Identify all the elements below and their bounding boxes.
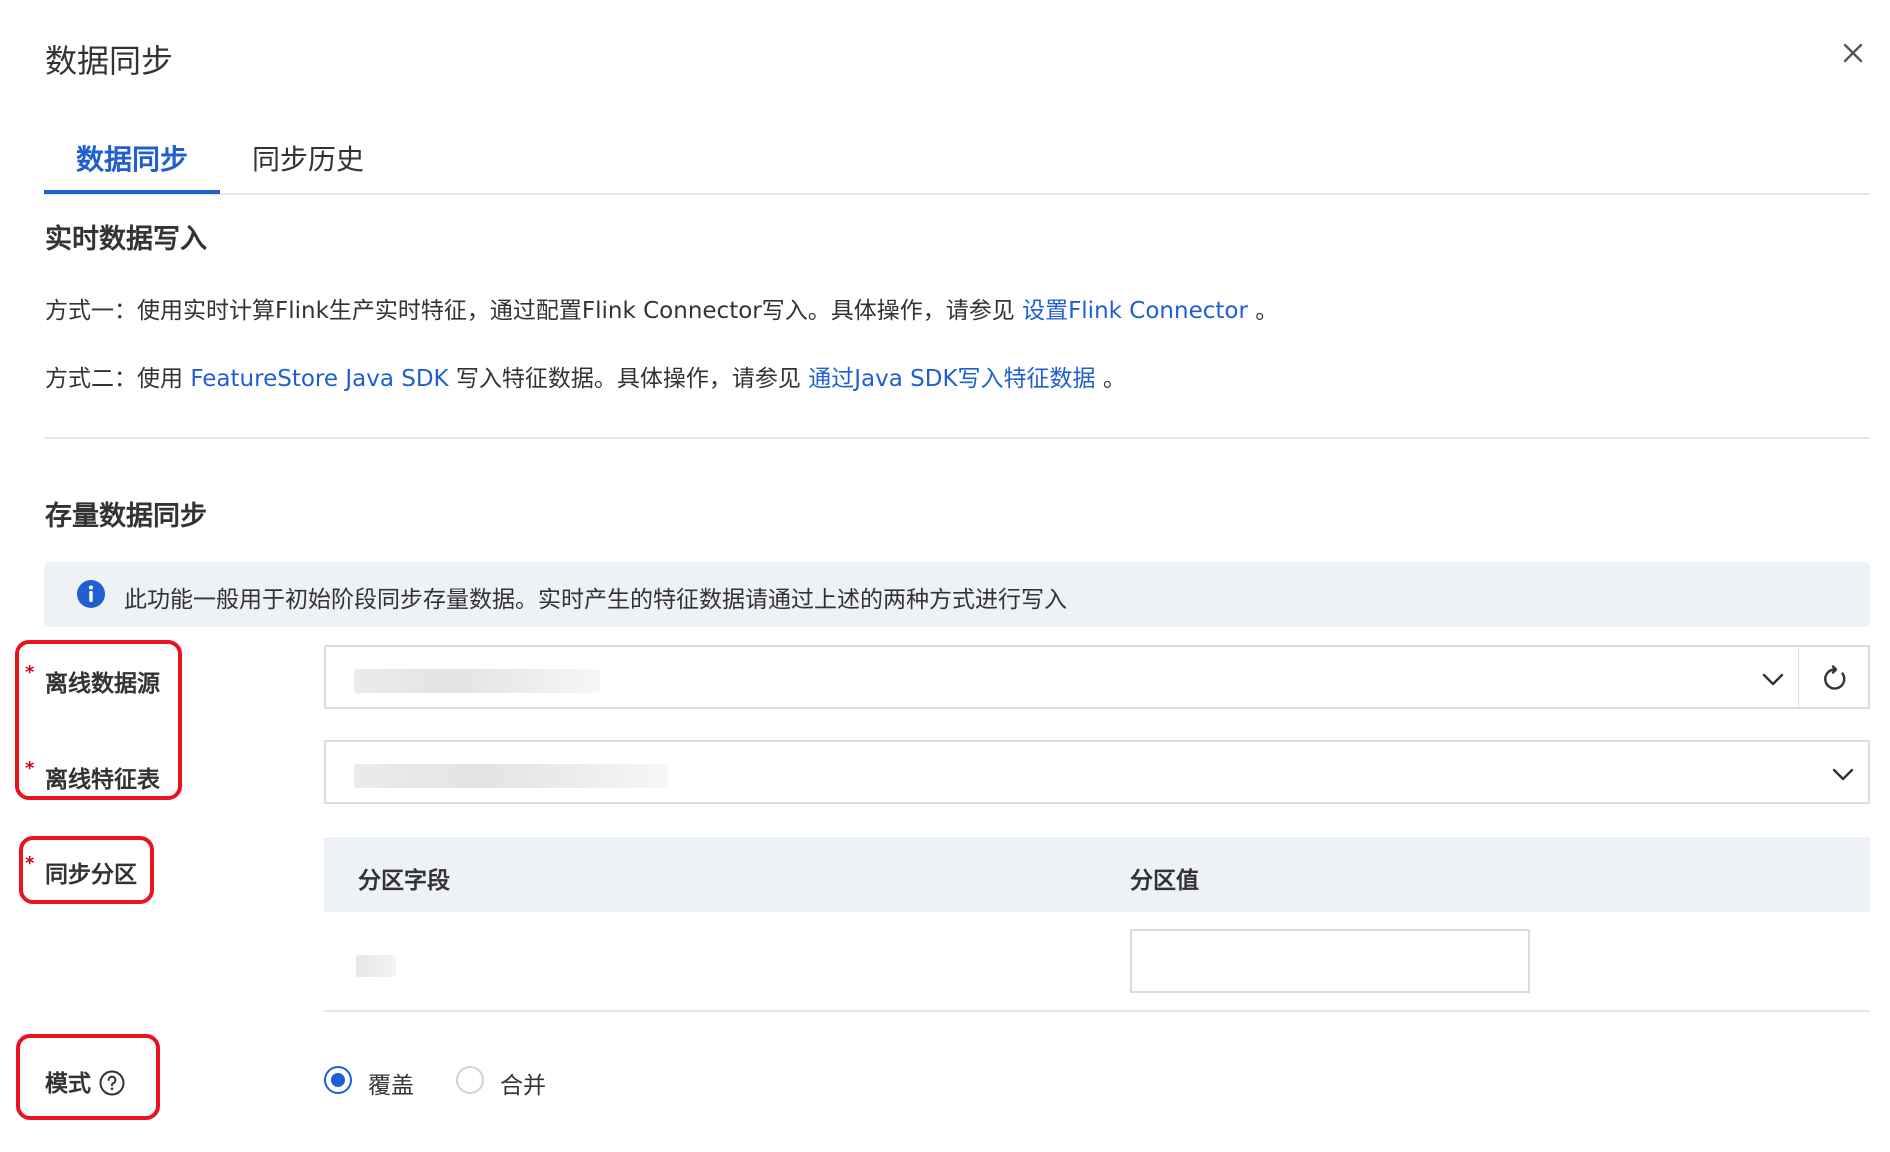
- partition-value-input[interactable]: [1130, 929, 1530, 993]
- table-row: [324, 912, 1870, 1012]
- required-mark: *: [25, 758, 35, 779]
- method-one-prefix: 方式一：使用实时计算Flink生产实时特征，通过配置Flink Connecto…: [45, 298, 1023, 324]
- radio-merge-dot[interactable]: [456, 1066, 484, 1094]
- required-mark: *: [25, 853, 35, 874]
- offline-source-label-text: 离线数据源: [45, 671, 160, 697]
- tab-data-sync[interactable]: 数据同步: [76, 138, 188, 178]
- realtime-section-title: 实时数据写入: [45, 224, 207, 255]
- method-one-suffix: 。: [1247, 298, 1279, 324]
- partition-table-header: 分区字段 分区值: [324, 837, 1870, 912]
- info-icon: [76, 579, 106, 609]
- partition-table: 分区字段 分区值: [324, 837, 1870, 1012]
- method-two-text: 方式二：使用 FeatureStore Java SDK 写入特征数据。具体操作…: [45, 359, 1126, 393]
- tab-sync-history[interactable]: 同步历史: [252, 138, 364, 178]
- offline-source-value: [354, 669, 600, 693]
- data-sync-dialog: 数据同步 数据同步 同步历史 实时数据写入 方式一：使用实时计算Flink生产实…: [0, 0, 1890, 1152]
- flink-connector-link[interactable]: 设置Flink Connector: [1022, 298, 1248, 324]
- help-circle-icon[interactable]: [99, 1070, 125, 1096]
- java-sdk-link[interactable]: FeatureStore Java SDK: [190, 366, 448, 392]
- stock-section-title: 存量数据同步: [45, 501, 207, 532]
- info-text: 此功能一般用于初始阶段同步存量数据。实时产生的特征数据请通过上述的两种方式进行写…: [124, 587, 1067, 613]
- refresh-icon: [1824, 665, 1846, 690]
- close-icon: [1843, 43, 1863, 63]
- offline-table-label: * 离线特征表: [25, 758, 160, 794]
- radio-overwrite-label[interactable]: 覆盖: [368, 1066, 414, 1100]
- chevron-down-icon: [1830, 761, 1856, 787]
- offline-table-label-text: 离线特征表: [45, 767, 160, 793]
- info-alert: 此功能一般用于初始阶段同步存量数据。实时产生的特征数据请通过上述的两种方式进行写…: [44, 562, 1870, 627]
- offline-source-label: * 离线数据源: [25, 662, 160, 698]
- column-partition-value: 分区值: [1130, 868, 1199, 894]
- offline-table-value: [354, 764, 668, 788]
- refresh-button[interactable]: [1799, 645, 1870, 709]
- tab-bar: 数据同步 同步历史: [44, 120, 1870, 195]
- column-partition-field: 分区字段: [358, 868, 450, 894]
- close-button[interactable]: [1836, 36, 1870, 70]
- offline-table-select[interactable]: [324, 740, 1870, 804]
- sync-partition-label-text: 同步分区: [45, 862, 137, 888]
- dialog-title: 数据同步: [45, 42, 174, 80]
- required-mark: *: [25, 662, 35, 683]
- method-one-text: 方式一：使用实时计算Flink生产实时特征，通过配置Flink Connecto…: [45, 291, 1278, 325]
- section-divider: [44, 437, 1870, 439]
- mode-label-text: 模式: [45, 1071, 91, 1097]
- offline-source-select[interactable]: [324, 645, 1800, 709]
- radio-overwrite-dot[interactable]: [324, 1066, 352, 1094]
- active-tab-indicator: [44, 190, 220, 194]
- method-two-suffix: 。: [1095, 366, 1126, 392]
- method-two-prefix: 方式二：使用: [45, 366, 191, 392]
- partition-field-value: [356, 955, 396, 977]
- java-sdk-write-link[interactable]: 通过Java SDK写入特征数据: [808, 366, 1095, 392]
- sync-partition-label: * 同步分区: [25, 853, 137, 889]
- mode-label: 模式: [45, 1064, 125, 1098]
- method-two-middle: 写入特征数据。具体操作，请参见: [448, 366, 809, 392]
- radio-merge-label[interactable]: 合并: [500, 1066, 546, 1100]
- chevron-down-icon: [1760, 666, 1786, 692]
